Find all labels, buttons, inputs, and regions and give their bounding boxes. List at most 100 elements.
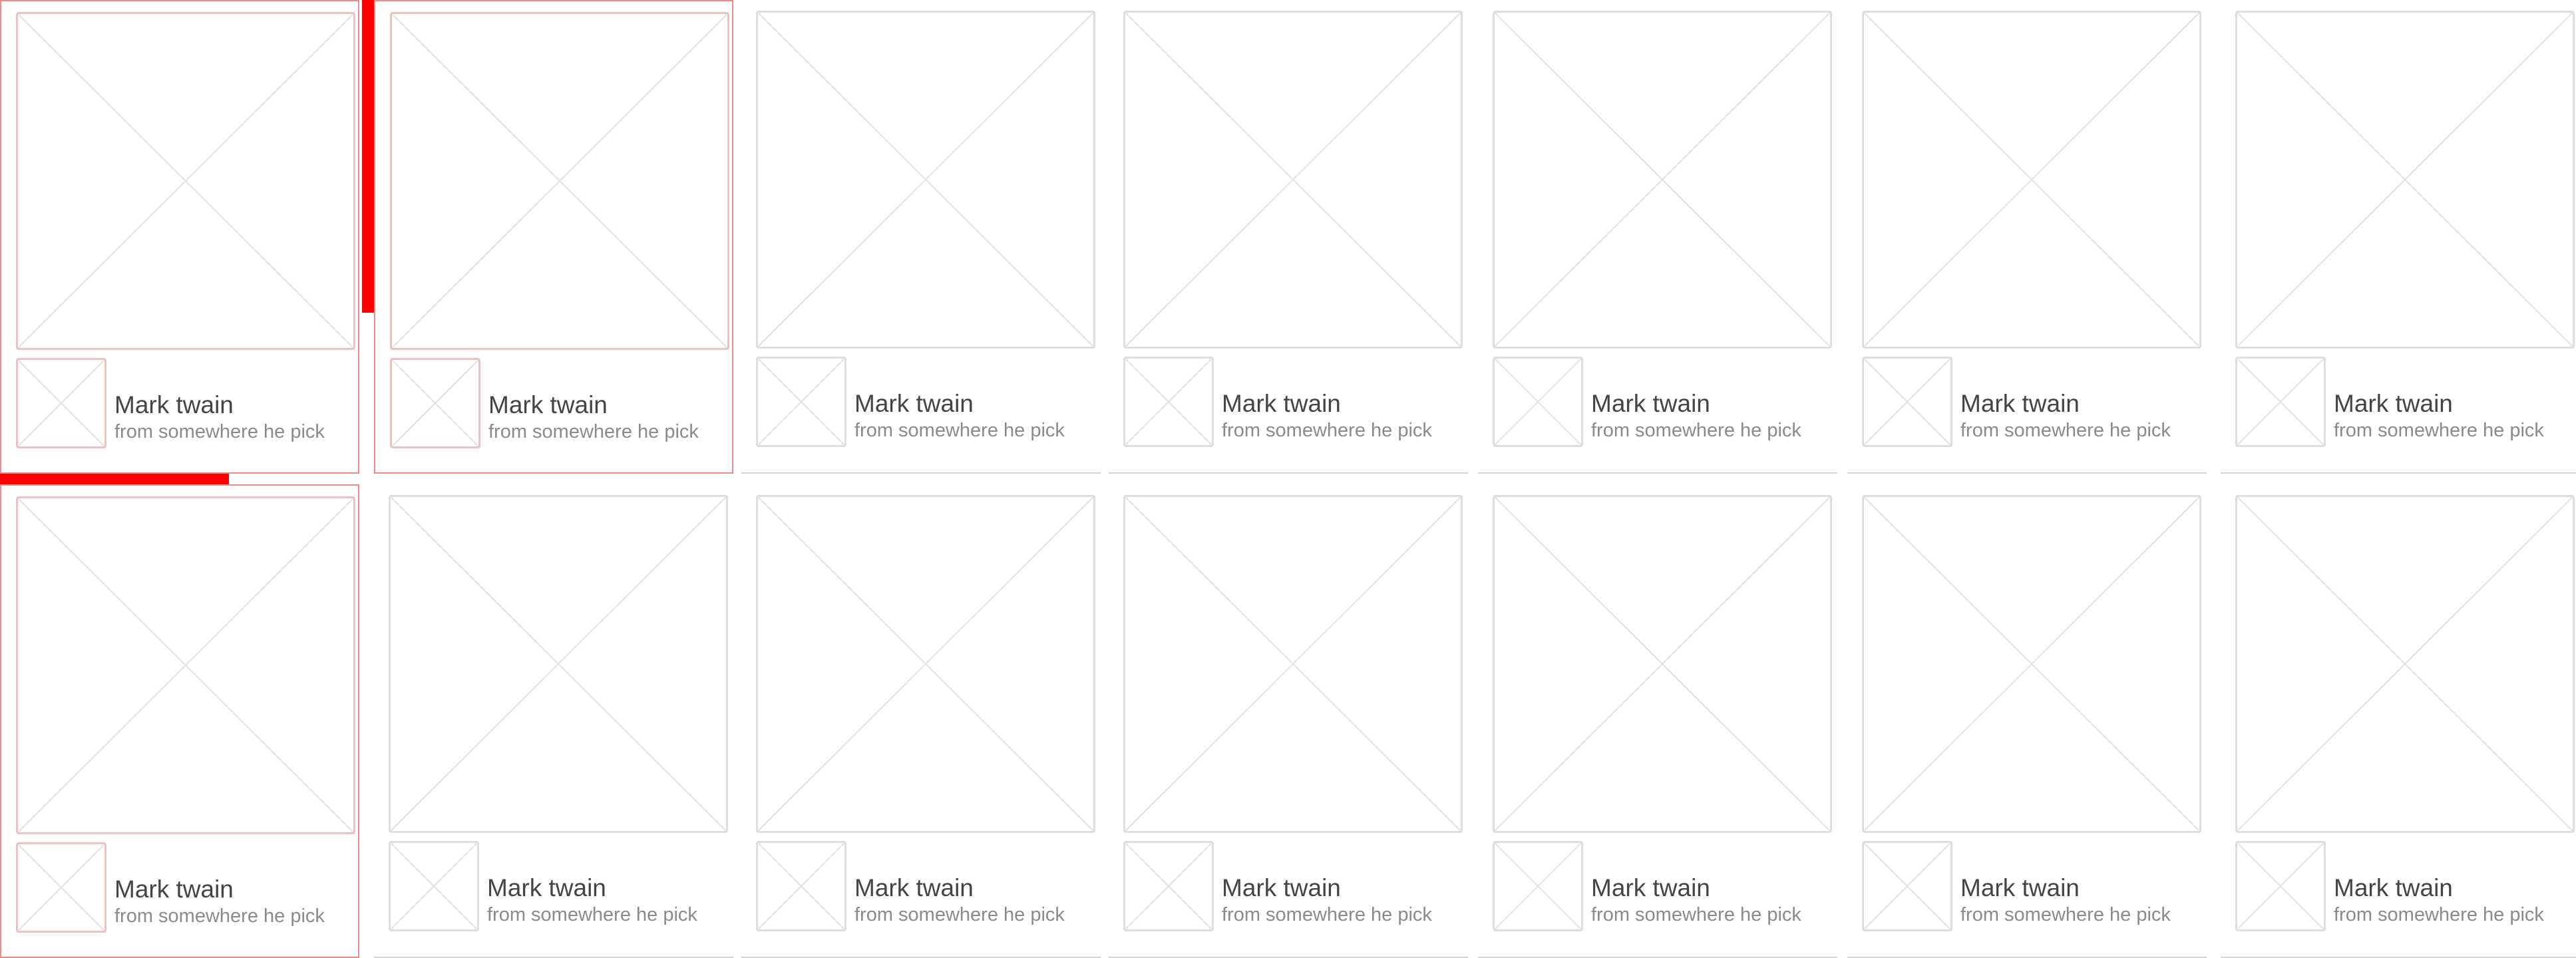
avatar-placeholder-icon-cross bbox=[2237, 843, 2324, 929]
media-card[interactable]: Mark twain from somewhere he pick bbox=[2221, 484, 2576, 958]
media-card[interactable]: Mark twain from somewhere he pick bbox=[1109, 0, 1468, 474]
image-placeholder-icon-cross bbox=[758, 13, 1093, 347]
card-subtitle: from somewhere he pick bbox=[1222, 420, 1432, 441]
avatar-placeholder-icon-cross bbox=[392, 360, 478, 446]
image-placeholder-icon bbox=[1493, 11, 1832, 349]
card-title: Mark twain bbox=[1960, 874, 2080, 901]
card-subtitle: from somewhere he pick bbox=[487, 904, 697, 925]
card-title: Mark twain bbox=[114, 876, 234, 903]
image-placeholder-icon-cross bbox=[1864, 497, 2199, 831]
image-placeholder-icon bbox=[756, 11, 1095, 349]
card-subtitle: from somewhere he pick bbox=[114, 905, 325, 927]
card-title: Mark twain bbox=[1591, 390, 1710, 417]
avatar-placeholder-icon-cross bbox=[758, 359, 844, 445]
image-placeholder-icon bbox=[389, 495, 728, 833]
avatar-placeholder-icon-cross bbox=[2237, 359, 2324, 445]
card-subtitle: from somewhere he pick bbox=[1960, 420, 2171, 441]
image-placeholder-icon bbox=[1123, 11, 1463, 349]
card-subtitle: from somewhere he pick bbox=[2334, 904, 2544, 925]
media-card[interactable]: Mark twain from somewhere he pick bbox=[0, 484, 359, 958]
card-title: Mark twain bbox=[1960, 390, 2080, 417]
card-title: Mark twain bbox=[114, 391, 234, 418]
card-subtitle: from somewhere he pick bbox=[1222, 904, 1432, 925]
card-subtitle: from somewhere he pick bbox=[1591, 904, 1801, 925]
avatar-placeholder-icon-cross bbox=[18, 844, 104, 931]
avatar-placeholder-icon-cross bbox=[1495, 359, 1581, 445]
avatar-placeholder-icon bbox=[390, 358, 480, 448]
image-placeholder-icon-cross bbox=[2237, 497, 2573, 831]
image-placeholder-icon bbox=[1493, 495, 1832, 833]
card-title: Mark twain bbox=[1222, 390, 1341, 417]
image-placeholder-icon-cross bbox=[1864, 13, 2199, 347]
media-card[interactable]: Mark twain from somewhere he pick bbox=[0, 0, 359, 474]
image-placeholder-icon bbox=[16, 496, 355, 834]
image-placeholder-icon bbox=[756, 495, 1095, 833]
avatar-placeholder-icon bbox=[1123, 841, 1214, 931]
avatar-placeholder-icon bbox=[1862, 841, 1952, 931]
card-title: Mark twain bbox=[2334, 874, 2453, 901]
image-placeholder-icon-cross bbox=[1495, 13, 1830, 347]
image-placeholder-icon-cross bbox=[18, 498, 353, 832]
card-subtitle: from somewhere he pick bbox=[488, 421, 699, 442]
media-card[interactable]: Mark twain from somewhere he pick bbox=[374, 484, 733, 958]
media-card[interactable]: Mark twain from somewhere he pick bbox=[1847, 0, 2207, 474]
card-title: Mark twain bbox=[1591, 874, 1710, 901]
media-card[interactable]: Mark twain from somewhere he pick bbox=[2221, 0, 2576, 474]
avatar-placeholder-icon bbox=[2235, 357, 2326, 447]
card-title: Mark twain bbox=[488, 391, 608, 418]
avatar-placeholder-icon-cross bbox=[1495, 843, 1581, 929]
avatar-placeholder-icon bbox=[756, 841, 846, 931]
avatar-placeholder-icon bbox=[1493, 841, 1583, 931]
avatar-placeholder-icon bbox=[1123, 357, 1214, 447]
avatar-placeholder-icon bbox=[1493, 357, 1583, 447]
media-card[interactable]: Mark twain from somewhere he pick bbox=[374, 0, 733, 474]
avatar-placeholder-icon bbox=[389, 841, 479, 931]
image-placeholder-icon-cross bbox=[1125, 497, 1461, 831]
media-card[interactable]: Mark twain from somewhere he pick bbox=[1478, 0, 1837, 474]
image-placeholder-icon-cross bbox=[1125, 13, 1461, 347]
avatar-placeholder-icon bbox=[16, 358, 106, 448]
media-card[interactable]: Mark twain from somewhere he pick bbox=[1478, 484, 1837, 958]
card-title: Mark twain bbox=[854, 390, 974, 417]
avatar-placeholder-icon-cross bbox=[1125, 843, 1212, 929]
media-card[interactable]: Mark twain from somewhere he pick bbox=[741, 484, 1101, 958]
avatar-placeholder-icon-cross bbox=[758, 843, 844, 929]
media-card[interactable]: Mark twain from somewhere he pick bbox=[1109, 484, 1468, 958]
avatar-placeholder-icon bbox=[2235, 841, 2326, 931]
avatar-placeholder-icon-cross bbox=[391, 843, 477, 929]
image-placeholder-icon bbox=[1862, 495, 2201, 833]
avatar-placeholder-icon-cross bbox=[18, 360, 104, 446]
card-grid: Mark twain from somewhere he pick Mark twa… bbox=[0, 0, 2576, 958]
avatar-placeholder-icon bbox=[756, 357, 846, 447]
card-subtitle: from somewhere he pick bbox=[2334, 420, 2544, 441]
image-placeholder-icon-cross bbox=[391, 497, 726, 831]
card-title: Mark twain bbox=[854, 874, 974, 901]
drop-indicator-vertical bbox=[362, 0, 374, 313]
card-title: Mark twain bbox=[1222, 874, 1341, 901]
image-placeholder-icon-cross bbox=[2237, 13, 2573, 347]
avatar-placeholder-icon-cross bbox=[1864, 359, 1950, 445]
avatar-placeholder-icon bbox=[16, 842, 106, 933]
image-placeholder-icon bbox=[2235, 495, 2575, 833]
media-card[interactable]: Mark twain from somewhere he pick bbox=[741, 0, 1101, 474]
card-subtitle: from somewhere he pick bbox=[854, 420, 1065, 441]
card-subtitle: from somewhere he pick bbox=[854, 904, 1065, 925]
image-placeholder-icon bbox=[2235, 11, 2575, 349]
card-subtitle: from somewhere he pick bbox=[114, 421, 325, 442]
card-title: Mark twain bbox=[487, 874, 606, 901]
avatar-placeholder-icon bbox=[1862, 357, 1952, 447]
media-card[interactable]: Mark twain from somewhere he pick bbox=[1847, 484, 2207, 958]
card-subtitle: from somewhere he pick bbox=[1591, 420, 1801, 441]
card-title: Mark twain bbox=[2334, 390, 2453, 417]
image-placeholder-icon-cross bbox=[1495, 497, 1830, 831]
image-placeholder-icon bbox=[16, 12, 355, 350]
avatar-placeholder-icon-cross bbox=[1864, 843, 1950, 929]
image-placeholder-icon-cross bbox=[392, 14, 727, 348]
card-subtitle: from somewhere he pick bbox=[1960, 904, 2171, 925]
avatar-placeholder-icon-cross bbox=[1125, 359, 1212, 445]
image-placeholder-icon bbox=[1123, 495, 1463, 833]
image-placeholder-icon bbox=[1862, 11, 2201, 349]
image-placeholder-icon-cross bbox=[758, 497, 1093, 831]
image-placeholder-icon bbox=[390, 12, 729, 350]
drop-indicator-horizontal bbox=[0, 474, 229, 484]
